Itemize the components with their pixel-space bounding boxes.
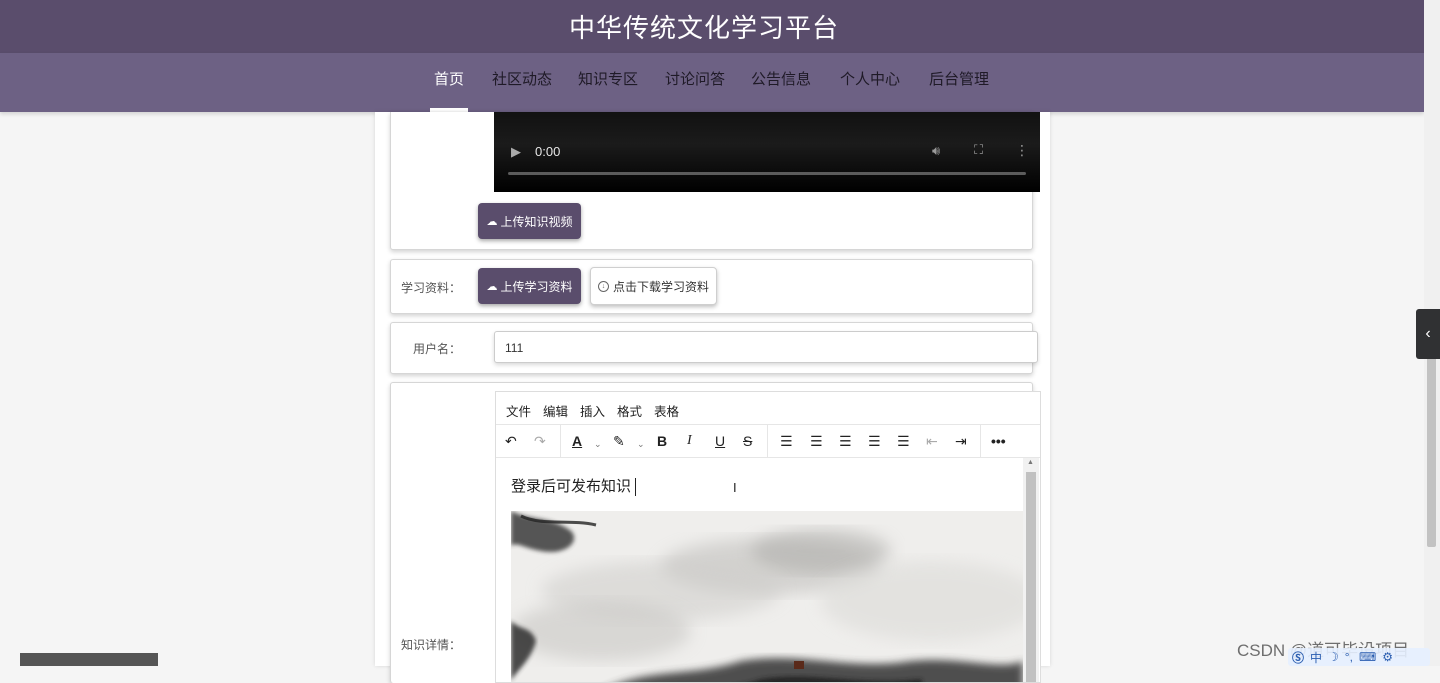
ime-punct-icon[interactable]: °, [1345, 650, 1353, 664]
fullscreen-icon[interactable]: ⛶ [974, 142, 983, 158]
main-nav: 首页 社区动态 知识专区 讨论问答 公告信息 个人中心 后台管理 [0, 53, 1424, 112]
outdent-icon[interactable]: ⇤ [926, 431, 938, 451]
play-icon[interactable]: ▶ [511, 144, 521, 160]
editor-toolbar: ↶ ↷ A ⌄ ✎ ⌄ B I U S ☰ ☰ ☰ ☰ ☰ ⇤ ⇥ ••• [496, 425, 1040, 458]
text-color-icon[interactable]: A [572, 431, 582, 451]
video-player[interactable]: ▶ 0:00 🔊︎ ⛶ ⋮ [494, 112, 1040, 192]
volume-icon[interactable]: 🔊︎ [932, 143, 940, 159]
indent-icon[interactable]: ⇥ [955, 431, 967, 451]
highlight-color-icon[interactable]: ✎ [613, 431, 625, 451]
download-icon: ↓ [597, 280, 609, 292]
align-center-icon[interactable]: ☰ [839, 431, 852, 451]
nav-admin[interactable]: 后台管理 [929, 53, 989, 112]
ime-keyboard-icon[interactable]: ⌨ [1359, 650, 1376, 664]
menu-table[interactable]: 表格 [654, 401, 679, 420]
username-input[interactable]: 111 [494, 331, 1038, 363]
username-label: 用户名： [412, 342, 461, 356]
bold-icon[interactable]: B [657, 431, 667, 451]
more-tools-icon[interactable]: ••• [991, 431, 1006, 451]
editor-content-area[interactable]: 登录后可发布知识 [496, 458, 1023, 682]
site-header: 中华传统文化学习平台 [0, 0, 1424, 53]
knowledge-detail-label: 知识详情： [400, 638, 461, 652]
nav-community[interactable]: 社区动态 [492, 53, 552, 112]
underline-icon[interactable]: U [715, 431, 725, 451]
italic-icon[interactable]: I [687, 431, 692, 451]
nav-discussion[interactable]: 讨论问答 [665, 53, 725, 112]
rich-text-editor: 文件 编辑 插入 格式 表格 ↶ ↷ A ⌄ ✎ ⌄ B I U S ☰ ☰ ☰… [495, 391, 1041, 683]
align-left-icon[interactable]: ☰ [810, 431, 823, 451]
ime-settings-icon[interactable]: ⚙ [1382, 650, 1393, 664]
site-title: 中华传统文化学习平台 [568, 13, 839, 43]
strikethrough-icon[interactable]: S [743, 431, 752, 451]
menu-edit[interactable]: 编辑 [543, 401, 568, 420]
video-card: ▶ 0:00 🔊︎ ⛶ ⋮ ☁ 上传知识视频 [390, 112, 1040, 250]
editor-scrollbar[interactable]: ▲ [1023, 458, 1039, 682]
upload-material-button[interactable]: ☁ 上传学习资料 [478, 268, 581, 304]
menu-format[interactable]: 格式 [617, 401, 642, 420]
download-material-label: 点击下载学习资料 [612, 279, 709, 294]
study-material-card: 学习资料： ☁ 上传学习资料 ↓ 点击下载学习资料 [390, 259, 1033, 314]
scroll-up-icon[interactable]: ▲ [1027, 459, 1034, 466]
chevron-down-icon[interactable]: ⌄ [594, 434, 602, 454]
align-right-icon[interactable]: ☰ [868, 431, 881, 451]
bottom-panel [20, 653, 158, 666]
download-material-button[interactable]: ↓ 点击下载学习资料 [590, 267, 717, 305]
editor-content-text: 登录后可发布知识 [511, 475, 637, 497]
text-cursor-icon: I [733, 480, 737, 495]
study-material-label: 学习资料： [400, 281, 461, 295]
editor-menubar: 文件 编辑 插入 格式 表格 [496, 392, 1040, 425]
username-card: 用户名： 111 [390, 322, 1038, 374]
ime-mode[interactable]: 中 [1310, 649, 1322, 666]
ime-toolbar[interactable]: Ⓢ 中 ☽ °, ⌨ ⚙ [1288, 648, 1430, 666]
align-justify-icon[interactable]: ☰ [897, 431, 910, 451]
video-progress-bar[interactable] [508, 172, 1026, 175]
knowledge-detail-card: 知识详情： 文件 编辑 插入 格式 表格 ↶ ↷ A ⌄ ✎ ⌄ B I U S [390, 382, 1041, 683]
undo-icon[interactable]: ↶ [505, 431, 517, 451]
ime-logo-icon: Ⓢ [1292, 650, 1305, 665]
upload-video-label: 上传知识视频 [500, 214, 573, 229]
main-form: ▶ 0:00 🔊︎ ⛶ ⋮ ☁ 上传知识视频 学习资料： ☁ 上传学习资料 ↓ … [375, 112, 1050, 683]
video-time: 0:00 [535, 144, 561, 159]
upload-material-label: 上传学习资料 [500, 279, 573, 294]
page-scroll-thumb[interactable] [1427, 355, 1436, 547]
nav-home[interactable]: 首页 [429, 53, 469, 112]
menu-insert[interactable]: 插入 [580, 401, 605, 420]
cloud-upload-icon: ☁ [486, 215, 498, 228]
ime-moon-icon[interactable]: ☽ [1328, 650, 1339, 664]
line-height-icon[interactable]: ☰ [780, 431, 793, 451]
editor-scroll-thumb[interactable] [1026, 472, 1036, 682]
ink-landscape-image [511, 511, 1023, 682]
more-options-icon[interactable]: ⋮ [1015, 142, 1029, 159]
nav-knowledge[interactable]: 知识专区 [578, 53, 638, 112]
chevron-down-icon[interactable]: ⌄ [637, 434, 645, 454]
upload-video-button[interactable]: ☁ 上传知识视频 [478, 203, 581, 239]
cloud-upload-icon: ☁ [486, 280, 498, 293]
nav-personal-center[interactable]: 个人中心 [840, 53, 900, 112]
menu-file[interactable]: 文件 [506, 401, 531, 420]
nav-announcements[interactable]: 公告信息 [751, 53, 811, 112]
redo-icon[interactable]: ↷ [534, 431, 546, 451]
side-collapse-chevron-left-icon[interactable]: ‹ [1416, 309, 1440, 359]
